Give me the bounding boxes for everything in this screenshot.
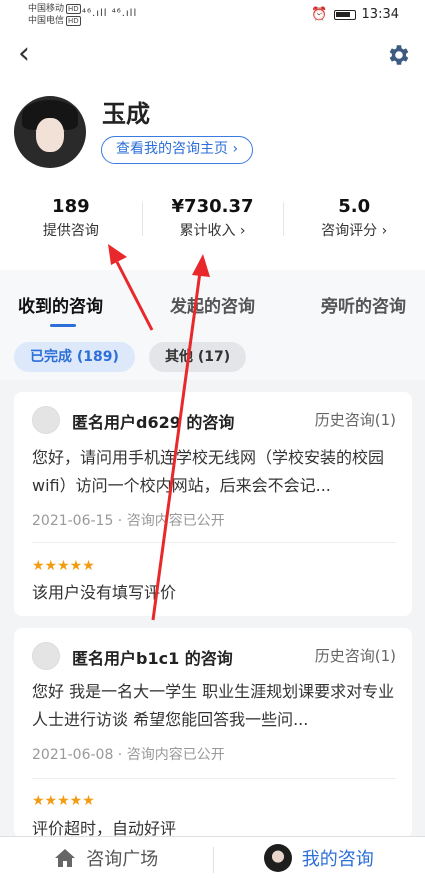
carrier-2: 中国电信 — [28, 16, 65, 26]
alarm-icon: ⏰ — [311, 7, 328, 22]
home-icon — [55, 848, 76, 867]
tab-audited[interactable]: 旁听的咨询 — [321, 292, 406, 317]
nav-mine-label: 我的咨询 — [301, 848, 374, 870]
anonymous-avatar-icon — [32, 642, 60, 670]
nav-plaza-label: 咨询广场 — [86, 848, 159, 870]
back-button[interactable]: ‹ — [10, 39, 38, 69]
tabs-area: 收到的咨询 发起的咨询 旁听的咨询 已完成 (189) 其他 (17) — [0, 270, 425, 380]
card-text: 您好，请问用手机连学校无线网（学校安装的校园wifi）访问一个校内网站，后来会不… — [32, 448, 385, 495]
signal-icon: ⁴⁶.ıll ⁴⁶.ıll — [82, 8, 138, 19]
card-meta: 2021-06-08 · 咨询内容已公开 — [32, 747, 225, 763]
stat-value: 189 — [52, 196, 90, 217]
consultation-card[interactable]: 匿名用户b1c1 的咨询 历史咨询(1) 您好 我是一名大一学生 职业生涯规划课… — [14, 628, 412, 838]
card-divider — [32, 542, 396, 543]
gear-icon[interactable] — [385, 42, 411, 68]
tab-initiated[interactable]: 发起的咨询 — [170, 292, 255, 317]
anonymous-avatar-icon — [32, 406, 60, 434]
stat-label: 提供咨询 — [42, 223, 99, 239]
nav-plaza[interactable]: 咨询广场 — [0, 837, 213, 878]
card-divider — [32, 778, 396, 779]
filter-other[interactable]: 其他 (17) — [149, 342, 247, 372]
avatar-face — [36, 118, 64, 152]
hd-badge: HD — [66, 16, 81, 26]
battery-icon — [333, 9, 356, 20]
tab-active-indicator — [50, 324, 76, 327]
clock: 13:34 — [361, 7, 399, 22]
stat-value: 5.0 — [338, 196, 371, 217]
consultation-card[interactable]: 匿名用户d629 的咨询 历史咨询(1) 您好，请问用手机连学校无线网（学校安装… — [14, 392, 412, 616]
card-review: 该用户没有填写评价 — [32, 583, 177, 602]
card-title: 匿名用户b1c1 的咨询 — [72, 649, 233, 668]
bottom-nav: 咨询广场 我的咨询 — [0, 836, 425, 878]
nav-mine[interactable]: 我的咨询 — [212, 837, 425, 878]
rating-stars-icon: ★★★★★ — [32, 558, 95, 574]
carrier-1: 中国移动 — [28, 4, 65, 14]
carrier-info: 中国移动 HD 中国电信 HD — [28, 3, 81, 27]
status-bar: 中国移动 HD 中国电信 HD ⁴⁶.ıll ⁴⁶.ıll ⏰ 13:34 — [0, 0, 425, 30]
history-link[interactable]: 历史咨询(1) — [315, 645, 396, 666]
history-link[interactable]: 历史咨询(1) — [315, 409, 396, 430]
stat-consultations[interactable]: 189 提供咨询 — [0, 194, 142, 250]
view-homepage-button[interactable]: 查看我的咨询主页 › — [101, 136, 254, 164]
stats-row: 189 提供咨询 ¥730.37 累计收入 › 5.0 咨询评分 › — [0, 194, 425, 250]
stat-value: ¥730.37 — [171, 196, 254, 217]
avatar[interactable] — [14, 96, 86, 168]
tab-received[interactable]: 收到的咨询 — [18, 292, 103, 317]
status-right: ⏰ 13:34 — [311, 7, 399, 22]
card-title: 匿名用户d629 的咨询 — [72, 413, 235, 432]
filter-completed[interactable]: 已完成 (189) — [14, 342, 135, 372]
stat-rating[interactable]: 5.0 咨询评分 › — [283, 194, 425, 250]
stat-label: 累计收入 › — [179, 223, 246, 239]
stat-label: 咨询评分 › — [321, 223, 388, 239]
profile-header: ‹ 玉成 查看我的咨询主页 › 189 提供咨询 ¥730.37 累计收入 › … — [0, 30, 425, 270]
tab-bar: 收到的咨询 发起的咨询 旁听的咨询 — [0, 292, 425, 328]
rating-stars-icon: ★★★★★ — [32, 793, 95, 809]
hd-badge: HD — [66, 4, 81, 14]
card-text: 您好 我是一名大一学生 职业生涯规划课要求对专业人士进行访谈 希望您能回答我一些… — [32, 682, 395, 729]
avatar-icon — [263, 843, 292, 872]
card-meta: 2021-06-15 · 咨询内容已公开 — [32, 513, 225, 529]
stat-income[interactable]: ¥730.37 累计收入 › — [141, 194, 284, 250]
user-name: 玉成 — [102, 100, 150, 128]
